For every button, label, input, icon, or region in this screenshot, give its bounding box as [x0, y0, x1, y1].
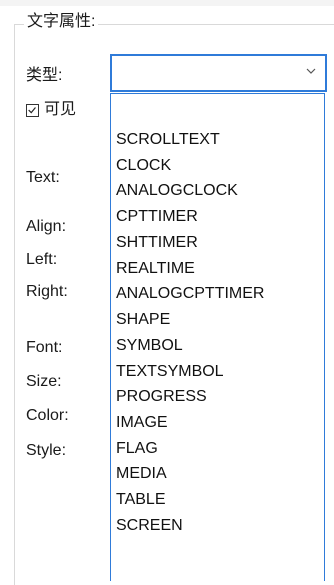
- type-label: 类型:: [26, 67, 63, 84]
- chevron-down-icon[interactable]: [305, 65, 317, 77]
- dropdown-option-analogcpttimer[interactable]: ANALOGCPTTIMER: [116, 284, 264, 304]
- dropdown-option-progress[interactable]: PROGRESS: [116, 387, 207, 407]
- align-label: Align:: [26, 218, 67, 235]
- dropdown-option-flag[interactable]: FLAG: [116, 439, 158, 459]
- dropdown-option-image[interactable]: IMAGE: [116, 413, 168, 433]
- dropdown-option-textsymbol[interactable]: TEXTSYMBOL: [116, 362, 224, 382]
- font-label: Font:: [26, 339, 63, 356]
- dropdown-option-table[interactable]: TABLE: [116, 490, 166, 510]
- text-label: Text:: [26, 169, 60, 186]
- dropdown-option-symbol[interactable]: SYMBOL: [116, 336, 183, 356]
- style-label: Style:: [26, 442, 67, 459]
- group-title: 文字属性:: [24, 12, 99, 32]
- dropdown-option-media[interactable]: MEDIA: [116, 464, 167, 484]
- left-label: Left:: [26, 251, 58, 268]
- color-label: Color:: [26, 407, 69, 424]
- visible-checkbox-row[interactable]: 可见: [26, 100, 76, 120]
- dropdown-option-shape[interactable]: SHAPE: [116, 310, 170, 330]
- dropdown-option-realtime[interactable]: REALTIME: [116, 259, 195, 279]
- type-combobox[interactable]: [110, 54, 327, 92]
- top-strip: [0, 0, 334, 6]
- dropdown-option-scrolltext[interactable]: SCROLLTEXT: [116, 130, 220, 150]
- dropdown-option-shttimer[interactable]: SHTTIMER: [116, 233, 198, 253]
- dropdown-option-analogclock[interactable]: ANALOGCLOCK: [116, 181, 238, 201]
- type-dropdown-list[interactable]: SCROLLTEXT CLOCK ANALOGCLOCK CPTTIMER SH…: [110, 93, 325, 581]
- dropdown-option-cpttimer[interactable]: CPTTIMER: [116, 207, 198, 227]
- right-label: Right:: [26, 283, 68, 300]
- text-properties-panel: 文字属性: 类型: 可见 Text: Align: Left: Right: F…: [0, 0, 334, 585]
- visible-checkbox[interactable]: [26, 103, 39, 117]
- visible-label: 可见: [44, 101, 77, 118]
- checkmark-icon: [28, 106, 36, 113]
- size-label: Size:: [26, 373, 62, 390]
- dropdown-option-screen[interactable]: SCREEN: [116, 516, 183, 536]
- dropdown-option-clock[interactable]: CLOCK: [116, 156, 171, 176]
